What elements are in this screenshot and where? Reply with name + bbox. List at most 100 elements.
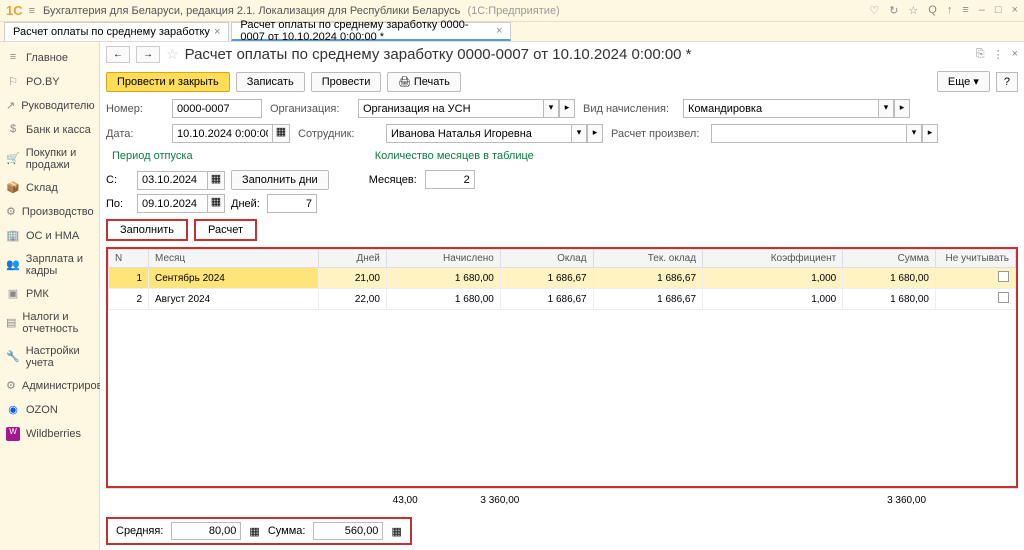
sum-label: Сумма: xyxy=(268,525,306,537)
wb-icon: W xyxy=(6,427,20,441)
employee-field[interactable] xyxy=(386,124,571,143)
sidebar-item-poby[interactable]: ⚐PO.BY xyxy=(0,70,99,94)
col-nach[interactable]: Начислено xyxy=(386,250,500,268)
open-icon[interactable]: ▸ xyxy=(894,99,910,118)
post-button[interactable]: Провести xyxy=(311,72,382,92)
col-days[interactable]: Дней xyxy=(319,250,387,268)
close-icon[interactable]: × xyxy=(1012,4,1018,17)
months-field[interactable] xyxy=(425,170,475,189)
col-koef[interactable]: Коэффициент xyxy=(703,250,843,268)
menu-icon: ≡ xyxy=(6,51,20,65)
sidebar-item-nalogi[interactable]: ▤Налоги и отчетность xyxy=(0,306,99,340)
sidebar-item-sklad[interactable]: 📦Склад xyxy=(0,176,99,200)
tab-bar: Расчет оплаты по среднему заработку× Рас… xyxy=(0,22,1024,42)
minimize-icon[interactable]: – xyxy=(979,4,985,17)
bell-icon[interactable]: ♡ xyxy=(869,4,879,17)
save-button[interactable]: Записать xyxy=(236,72,305,92)
history-icon[interactable]: ↻ xyxy=(889,4,898,17)
calendar-icon[interactable]: ▦ xyxy=(207,194,225,213)
org-field[interactable] xyxy=(358,99,543,118)
date-field[interactable] xyxy=(172,124,272,143)
col-month[interactable]: Месяц xyxy=(149,250,319,268)
dropdown-icon[interactable]: ▾ xyxy=(906,124,922,143)
gear-icon: ⚙ xyxy=(6,205,16,219)
open-icon[interactable]: ▸ xyxy=(559,99,575,118)
close-icon[interactable]: × xyxy=(214,26,220,38)
months-title: Количество месяцев в таблице xyxy=(369,146,540,166)
col-tek[interactable]: Тек. оклад xyxy=(593,250,702,268)
help-button[interactable]: ? xyxy=(996,72,1018,92)
col-oklad[interactable]: Оклад xyxy=(500,250,593,268)
tab-list[interactable]: Расчет оплаты по среднему заработку× xyxy=(4,22,229,41)
ozon-icon: ◉ xyxy=(6,403,20,417)
building-icon: 🏢 xyxy=(6,229,20,243)
star-icon[interactable]: ☆ xyxy=(908,4,918,17)
sidebar-item-proizv[interactable]: ⚙Производство xyxy=(0,200,99,224)
flag-icon: ⚐ xyxy=(6,75,20,89)
sidebar-item-zarplata[interactable]: 👥Зарплата и кадры xyxy=(0,248,99,282)
content: ← → ☆ Расчет оплаты по среднему заработк… xyxy=(100,42,1024,550)
link-icon[interactable]: ⎘ xyxy=(976,48,985,61)
from-field[interactable] xyxy=(137,171,207,190)
calc-button[interactable]: Расчет xyxy=(194,219,257,241)
checkbox[interactable] xyxy=(998,271,1009,282)
col-sum[interactable]: Сумма xyxy=(843,250,936,268)
calendar-icon[interactable]: ▦ xyxy=(207,171,225,190)
settings-icon[interactable]: ≡ xyxy=(962,4,968,17)
close-doc-icon[interactable]: × xyxy=(1012,48,1018,61)
rasch-label: Расчет произвел: xyxy=(611,128,703,140)
vid-field[interactable] xyxy=(683,99,878,118)
dropdown-icon[interactable]: ▾ xyxy=(543,99,559,118)
calc-icon[interactable]: ▦ xyxy=(391,525,401,538)
box-icon: 📦 xyxy=(6,181,20,195)
sidebar-item-ozon[interactable]: ◉OZON xyxy=(0,398,99,422)
maximize-icon[interactable]: □ xyxy=(995,4,1002,17)
sotr-label: Сотрудник: xyxy=(298,128,378,140)
sum-value[interactable]: 560,00 xyxy=(313,522,383,540)
days-field[interactable] xyxy=(267,194,317,213)
register-icon: ▣ xyxy=(6,287,20,301)
col-neuch[interactable]: Не учитывать xyxy=(936,250,1016,268)
checkbox[interactable] xyxy=(998,292,1009,303)
avg-value[interactable]: 80,00 xyxy=(171,522,241,540)
post-and-close-button[interactable]: Провести и закрыть xyxy=(106,72,230,92)
sidebar-item-wb[interactable]: WWildberries xyxy=(0,422,99,446)
fill-button[interactable]: Заполнить xyxy=(106,219,188,241)
sidebar-item-rmk[interactable]: ▣РМК xyxy=(0,282,99,306)
more-button[interactable]: Еще ▾ xyxy=(937,71,990,92)
sidebar-item-bank[interactable]: $Банк и касса xyxy=(0,118,99,142)
dropdown-icon[interactable]: ▾ xyxy=(878,99,894,118)
to-field[interactable] xyxy=(137,194,207,213)
search-icon[interactable]: Q xyxy=(928,4,937,17)
sidebar-item-main[interactable]: ≡Главное xyxy=(0,46,99,70)
menu-icon[interactable]: ≡ xyxy=(29,5,35,17)
user-icon[interactable]: ↑ xyxy=(947,4,953,17)
back-button[interactable]: ← xyxy=(106,46,130,63)
calendar-icon[interactable]: ▦ xyxy=(272,124,290,143)
sidebar-item-admin[interactable]: ⚙Администрирование xyxy=(0,374,99,398)
table-row[interactable]: 1 Сентябрь 2024 21,00 1 680,00 1 686,67 … xyxy=(109,268,1016,289)
calc-icon[interactable]: ▦ xyxy=(249,525,259,538)
number-field[interactable] xyxy=(172,99,262,118)
more-icon[interactable]: ⋮ xyxy=(993,48,1004,61)
sidebar-item-os[interactable]: 🏢ОС и НМА xyxy=(0,224,99,248)
close-icon[interactable]: × xyxy=(496,25,502,37)
open-icon[interactable]: ▸ xyxy=(587,124,603,143)
fill-days-button[interactable]: Заполнить дни xyxy=(231,170,329,190)
tab-document[interactable]: Расчет оплаты по среднему заработку 0000… xyxy=(231,22,511,41)
avg-label: Средняя: xyxy=(116,525,163,537)
print-button[interactable]: Печать xyxy=(387,72,461,92)
sidebar-item-ruk[interactable]: ↗Руководителю xyxy=(0,94,99,118)
from-label: С: xyxy=(106,174,131,186)
table-row[interactable]: 2 Август 2024 22,00 1 680,00 1 686,67 1 … xyxy=(109,289,1016,310)
sidebar-item-nastr[interactable]: 🔧Настройки учета xyxy=(0,340,99,374)
open-icon[interactable]: ▸ xyxy=(922,124,938,143)
performer-field[interactable] xyxy=(711,124,906,143)
sidebar-item-pokup[interactable]: 🛒Покупки и продажи xyxy=(0,142,99,176)
dropdown-icon[interactable]: ▾ xyxy=(571,124,587,143)
months-label: Месяцев: xyxy=(369,174,419,186)
col-n[interactable]: N xyxy=(109,250,149,268)
favorite-icon[interactable]: ☆ xyxy=(166,46,179,63)
vid-label: Вид начисления: xyxy=(583,103,675,115)
forward-button[interactable]: → xyxy=(136,46,160,63)
